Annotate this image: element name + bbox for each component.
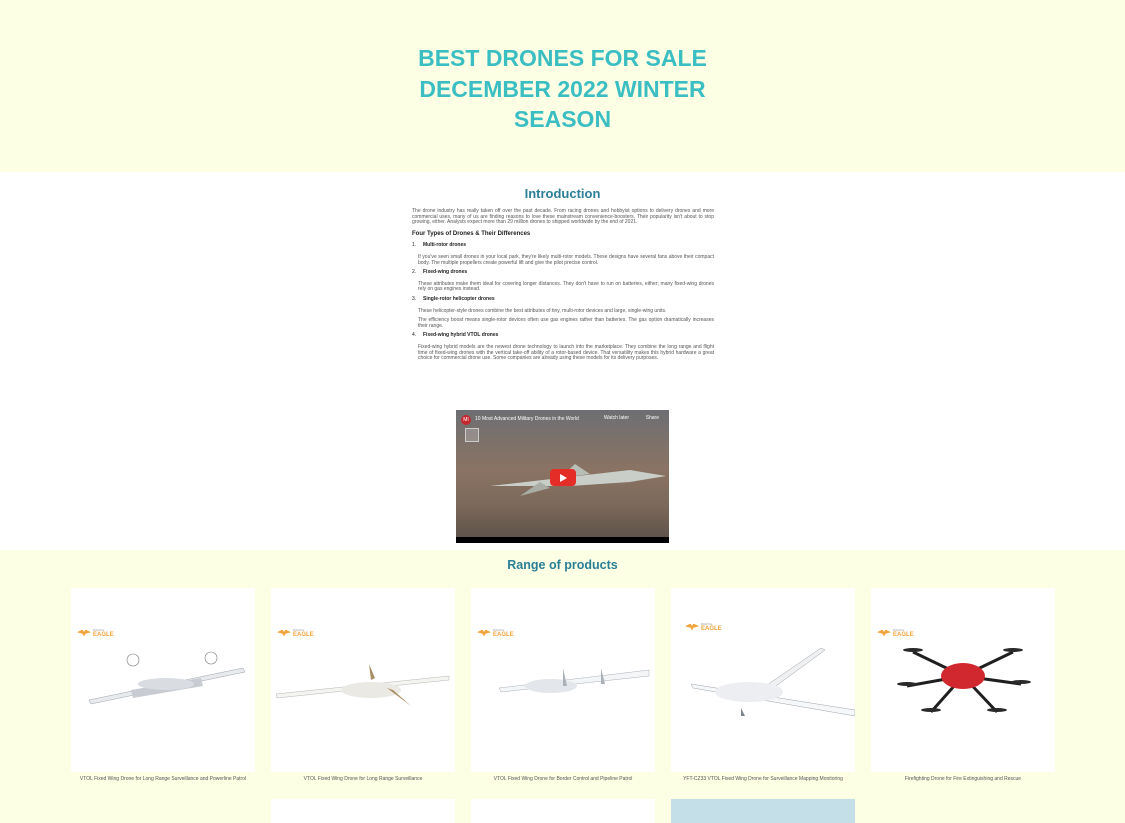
product-image[interactable]: DIGITAL EAGLE [271,588,455,772]
list-item: 4. Fixed-wing hybrid VTOL drones Fixed-wi… [412,333,714,361]
products-section: Range of products DIGITAL EAGLE VTOL Fixe… [0,550,1125,823]
channel-badge[interactable]: MI [461,415,471,425]
drone-image [275,664,450,706]
type-text: If you've seen small drones in your loca… [418,253,714,266]
video-title[interactable]: 10 Most Advanced Military Drones in the … [475,416,579,422]
intro-heading: Introduction [524,186,601,201]
list-item: 1. Multi-rotor drones If you've seen smal… [412,243,714,266]
product-card[interactable]: DIGITAL EAGLE Firefighting Drone for Fir… [871,588,1055,782]
channel-avatar [465,428,479,442]
product-image[interactable] [671,799,855,823]
product-card[interactable]: DIGITAL EAGLE VTOL Fixed Wing Drone for B… [471,588,655,782]
product-image[interactable] [471,799,655,823]
types-subheading: Four Types of Drones & Their Differences [412,230,531,237]
product-caption[interactable]: Firefighting Drone for Fire Extinguishin… [871,776,1055,782]
products-heading: Range of products [507,558,618,572]
list-item: 2. Fixed-wing drones These attributes mak… [412,269,714,293]
product-card[interactable]: DIGITAL EAGLE VTOL Fixed Wing Drone for L… [71,588,255,782]
product-card[interactable] [671,799,855,823]
intro-paragraph: The drone industry has really taken off … [412,208,714,226]
hero-banner: BEST DRONES FOR SALE DECEMBER 2022 WINTE… [0,0,1125,172]
type-title: 2. Fixed-wing drones [412,269,468,276]
product-card[interactable]: DIGITAL EAGLE VTOL Fixed Wing Drone for L… [271,588,455,782]
list-item: 3. Single-rotor helicopter drones These h… [412,295,714,329]
product-card[interactable]: DIGITAL EAGLE YFT-CZ33 VTOL Fixed Wing Dr… [671,588,855,782]
type-title: 4. Fixed-wing hybrid VTOL drones [412,332,499,339]
product-image[interactable]: DIGITAL EAGLE [671,588,855,772]
drone-types-list: 1. Multi-rotor drones If you've seen smal… [412,243,714,361]
type-text: These attributes make them ideal for cov… [418,280,714,293]
product-image[interactable]: DIGITAL EAGLE [871,588,1055,772]
drone-image [690,647,855,717]
drone-image [88,651,246,705]
intro-section: Introduction The drone industry has real… [0,172,1125,550]
product-image[interactable]: DIGITAL EAGLE [71,588,255,772]
type-text: The efficiency boost means single-rotor … [418,317,714,329]
type-text: These helicopter-style drones combine th… [418,307,667,314]
page-title: BEST DRONES FOR SALE DECEMBER 2022 WINTE… [418,45,707,133]
product-caption[interactable]: VTOL Fixed Wing Drone for Long Range Sur… [71,776,255,782]
product-caption[interactable]: VTOL Fixed Wing Drone for Border Control… [471,776,655,782]
play-icon[interactable] [550,469,576,486]
type-title: 1. Multi-rotor drones [412,242,467,249]
drone-image [897,648,1031,714]
product-caption[interactable]: VTOL Fixed Wing Drone for Long Range Sur… [271,776,455,782]
product-image[interactable] [271,799,455,823]
intro-body: The drone industry has really taken off … [412,208,714,366]
video-controls-bar [456,537,669,543]
video-embed[interactable]: MI 10 Most Advanced Military Drones in t… [456,410,669,543]
product-caption[interactable]: YFT-CZ33 VTOL Fixed Wing Drone for Surve… [671,776,855,782]
type-title: 3. Single-rotor helicopter drones [412,295,495,302]
share-button[interactable]: Share [646,415,659,421]
drone-image [498,668,650,693]
watch-later-button[interactable]: Watch later [604,415,629,421]
product-image[interactable]: DIGITAL EAGLE [471,588,655,772]
type-text: Fixed-wing hybrid models are the newest … [418,343,714,362]
product-card[interactable] [471,799,655,823]
product-card[interactable] [271,799,455,823]
